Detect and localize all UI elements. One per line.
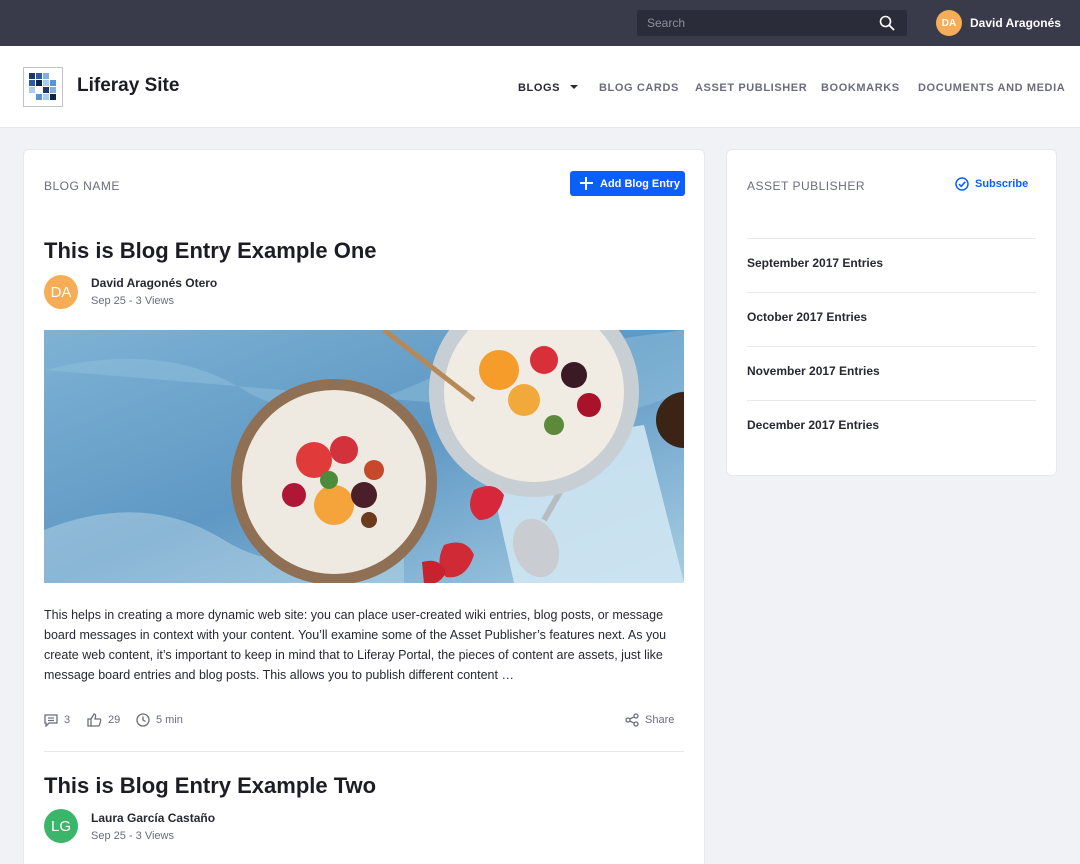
- thumbs-up-icon: [87, 713, 102, 727]
- archive-item[interactable]: November 2017 Entries: [747, 346, 1036, 400]
- user-name[interactable]: David Aragonés: [970, 16, 1061, 30]
- read-time-value: 5 min: [156, 714, 183, 726]
- author-name[interactable]: David Aragonés Otero: [91, 276, 217, 290]
- entry-title[interactable]: This is Blog Entry Example Two: [44, 773, 376, 799]
- entry-meta: Sep 25 - 3 Views: [91, 295, 174, 307]
- subscribe-label: Subscribe: [975, 178, 1029, 190]
- archive-item-label: December 2017 Entries: [747, 418, 880, 432]
- share-label: Share: [645, 714, 675, 726]
- comments-count[interactable]: 3: [44, 713, 70, 727]
- author-name[interactable]: Laura García Castaño: [91, 811, 215, 825]
- asset-publisher-card: ASSET PUBLISHER Subscribe September 2017…: [726, 149, 1057, 476]
- blog-name-label: BLOG NAME: [44, 179, 120, 193]
- archive-item[interactable]: December 2017 Entries: [747, 400, 1036, 454]
- archive-item[interactable]: September 2017 Entries: [747, 238, 1036, 292]
- nav-item-blog-cards[interactable]: BLOG CARDS: [599, 82, 679, 96]
- nav-item-label: BLOGS: [518, 82, 561, 94]
- search-icon[interactable]: [879, 15, 895, 31]
- archive-item-label: September 2017 Entries: [747, 256, 884, 270]
- site-name[interactable]: Liferay Site: [77, 75, 179, 97]
- search-input[interactable]: [637, 10, 867, 36]
- food-bowls-image: [44, 330, 684, 583]
- subscribe-button[interactable]: Subscribe: [955, 177, 1028, 191]
- read-time: 5 min: [136, 713, 183, 727]
- add-blog-entry-button[interactable]: Add Blog Entry: [570, 171, 685, 196]
- caret-down-icon: [570, 85, 579, 90]
- entry-title[interactable]: This is Blog Entry Example One: [44, 238, 377, 264]
- user-avatar[interactable]: DA: [936, 10, 962, 36]
- entry-meta: Sep 25 - 3 Views: [91, 830, 174, 842]
- nav-item-asset-publisher[interactable]: ASSET PUBLISHER: [695, 82, 807, 96]
- author-avatar[interactable]: LG: [44, 809, 78, 843]
- nav-item-blogs[interactable]: BLOGS: [518, 82, 579, 96]
- share-button[interactable]: Share: [625, 713, 674, 727]
- archive-item[interactable]: October 2017 Entries: [747, 292, 1036, 346]
- site-header: Liferay Site BLOGS BLOG CARDS ASSET PUBL…: [0, 46, 1080, 128]
- add-blog-entry-label: Add Blog Entry: [600, 177, 681, 190]
- nav-item-bookmarks[interactable]: BOOKMARKS: [821, 82, 900, 96]
- top-bar: DA David Aragonés: [0, 0, 1080, 46]
- entry-excerpt: This helps in creating a more dynamic we…: [44, 608, 667, 682]
- liferay-logo-icon: [29, 73, 56, 100]
- asset-publisher-label: ASSET PUBLISHER: [747, 179, 865, 193]
- archive-item-label: October 2017 Entries: [747, 310, 868, 324]
- entry-divider: [44, 751, 684, 752]
- site-logo[interactable]: [23, 67, 63, 107]
- search-box[interactable]: [637, 10, 907, 36]
- nav-item-documents-and-media[interactable]: DOCUMENTS AND MEDIA: [918, 82, 1065, 96]
- user-menu[interactable]: DA David Aragonés: [936, 10, 1061, 36]
- share-icon: [625, 713, 639, 727]
- plus-icon: [580, 177, 593, 190]
- clock-icon: [136, 713, 150, 727]
- likes-count[interactable]: 29: [87, 713, 120, 727]
- archive-item-label: November 2017 Entries: [747, 364, 880, 378]
- comments-value: 3: [64, 714, 71, 726]
- check-circle-icon: [955, 177, 969, 191]
- likes-value: 29: [108, 714, 121, 726]
- blog-card: BLOG NAME Add Blog Entry This is Blog En…: [23, 149, 705, 864]
- author-avatar[interactable]: DA: [44, 275, 78, 309]
- entry-image[interactable]: [44, 330, 684, 583]
- comment-icon: [44, 713, 58, 727]
